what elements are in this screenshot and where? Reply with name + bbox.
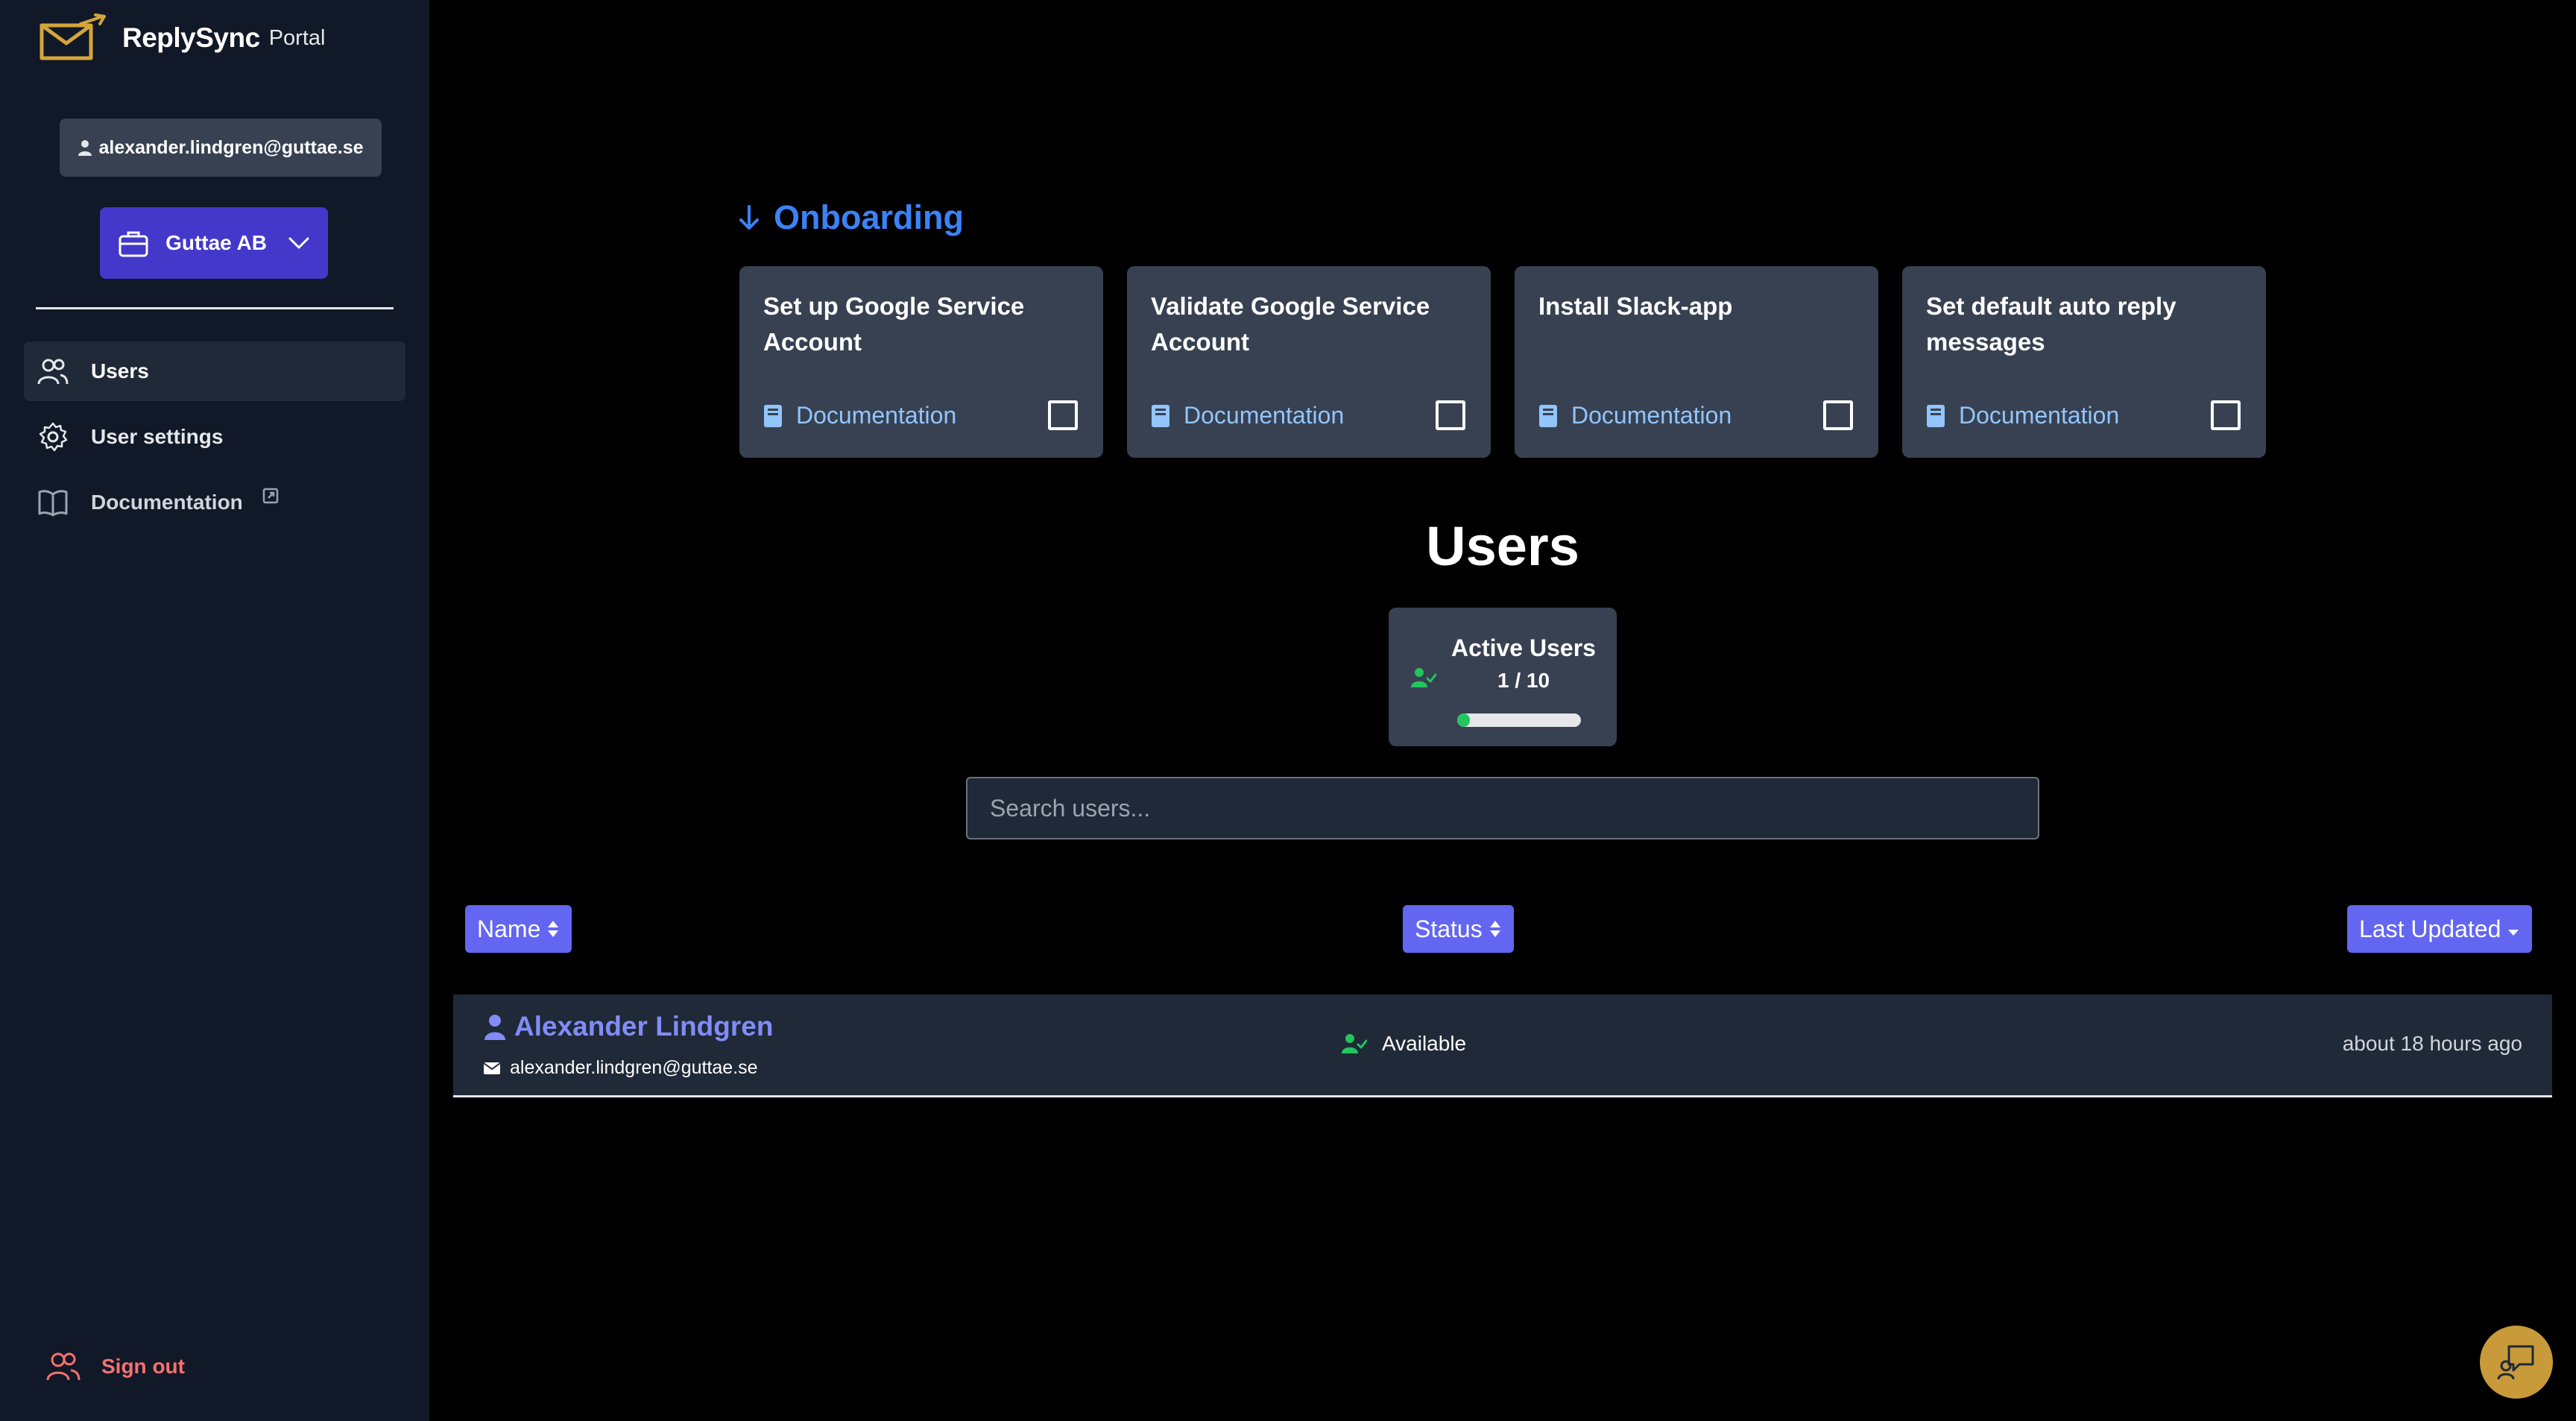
sidebar: ReplySync Portal alexander.lindgren@gutt… xyxy=(0,0,429,1421)
onboarding-checkbox[interactable] xyxy=(1436,400,1465,430)
status-badge: Available xyxy=(1342,1032,1466,1056)
org-name: Guttae AB xyxy=(165,231,267,254)
active-users-progress-fill xyxy=(1457,713,1470,727)
sidebar-item-user-settings[interactable]: User settings xyxy=(24,407,405,467)
sign-out-button[interactable]: Sign out xyxy=(46,1351,185,1382)
documentation-link[interactable]: Documentation xyxy=(763,402,956,429)
user-check-icon xyxy=(1342,1034,1367,1053)
account-email-badge: alexander.lindgren@guttae.se xyxy=(60,119,382,177)
documentation-link-label: Documentation xyxy=(1571,402,1732,429)
user-email-text: alexander.lindgren@guttae.se xyxy=(510,1057,758,1078)
chat-support-button[interactable] xyxy=(2480,1326,2553,1399)
onboarding-card: Set default auto reply messages Document… xyxy=(1902,266,2266,458)
sidebar-item-users[interactable]: Users xyxy=(24,341,405,401)
onboarding-toggle[interactable]: Onboarding xyxy=(738,198,964,237)
documentation-link[interactable]: Documentation xyxy=(1926,402,2119,429)
chat-support-icon xyxy=(2497,1345,2534,1380)
sort-name-button[interactable]: Name xyxy=(465,905,572,953)
brand-suffix: Portal xyxy=(268,25,326,50)
person-icon xyxy=(484,1015,505,1040)
book-icon xyxy=(1152,404,1169,427)
onboarding-card: Install Slack-app Documentation xyxy=(1515,266,1878,458)
envelope-icon xyxy=(483,1062,501,1074)
users-icon xyxy=(46,1352,80,1381)
sort-status-button[interactable]: Status xyxy=(1403,905,1514,953)
status-text: Available xyxy=(1382,1032,1467,1055)
sort-last-updated-button[interactable]: Last Updated xyxy=(2347,905,2533,953)
arrow-down-icon xyxy=(739,205,759,230)
book-icon xyxy=(764,404,782,427)
onboarding-checkbox[interactable] xyxy=(2211,400,2241,430)
user-name-link[interactable]: Alexander Lindgren xyxy=(483,1011,773,1042)
sign-out-label: Sign out xyxy=(101,1355,185,1378)
onboarding-card: Set up Google Service Account Documentat… xyxy=(739,266,1103,458)
active-users-progress xyxy=(1457,713,1581,727)
documentation-link-label: Documentation xyxy=(796,402,957,429)
active-users-stat: Active Users 1 / 10 xyxy=(1389,608,1617,746)
org-switcher-button[interactable]: Guttae AB xyxy=(100,207,328,279)
search-input[interactable] xyxy=(966,777,2039,839)
sort-down-icon xyxy=(2508,930,2519,936)
sidebar-item-documentation[interactable]: Documentation xyxy=(24,473,405,532)
sidebar-divider xyxy=(36,307,394,309)
user-name: Alexander Lindgren xyxy=(514,1011,774,1042)
app-root: ReplySync Portal alexander.lindgren@gutt… xyxy=(0,0,2576,1421)
stat-value: 1 / 10 xyxy=(1497,669,1550,692)
last-updated-text: about 18 hours ago xyxy=(2342,1032,2522,1055)
gear-icon xyxy=(39,422,68,452)
onboarding-card-title: Install Slack-app xyxy=(1538,292,1733,320)
stat-label: Active Users xyxy=(1451,634,1596,661)
onboarding-checkbox[interactable] xyxy=(1048,400,1078,430)
sort-status-label: Status xyxy=(1415,915,1483,942)
table-row[interactable]: Alexander Lindgren alexander.lindgren@gu… xyxy=(453,995,2552,1097)
onboarding-checkbox[interactable] xyxy=(1823,400,1853,430)
onboarding-card-title: Validate Google Service Account xyxy=(1151,292,1430,356)
documentation-link[interactable]: Documentation xyxy=(1151,402,1344,429)
sort-icon xyxy=(548,921,559,937)
onboarding-title: Onboarding xyxy=(774,198,964,236)
user-check-icon xyxy=(1411,668,1436,687)
person-icon xyxy=(78,140,92,156)
sort-last-updated-label: Last Updated xyxy=(2359,915,2501,942)
documentation-link-label: Documentation xyxy=(1184,402,1345,429)
onboarding-card: Validate Google Service Account Document… xyxy=(1127,266,1491,458)
book-open-icon xyxy=(38,490,68,517)
onboarding-card-title: Set up Google Service Account xyxy=(763,292,1025,356)
envelope-logo-icon xyxy=(40,13,106,60)
onboarding-card-title: Set default auto reply messages xyxy=(1926,292,2176,356)
external-link-icon xyxy=(262,488,279,504)
user-email: alexander.lindgren@guttae.se xyxy=(483,1057,758,1079)
sidebar-item-label: Users xyxy=(91,359,149,382)
users-icon xyxy=(37,359,69,385)
account-email: alexander.lindgren@guttae.se xyxy=(98,136,364,158)
sort-name-label: Name xyxy=(477,915,541,942)
briefcase-icon xyxy=(119,231,148,257)
book-icon xyxy=(1927,404,1945,427)
brand-name: ReplySync xyxy=(122,22,260,53)
book-icon xyxy=(1539,404,1557,427)
sidebar-item-label: User settings xyxy=(91,425,224,448)
documentation-link[interactable]: Documentation xyxy=(1538,402,1731,429)
page-title: Users xyxy=(1426,515,1579,577)
sidebar-item-label: Documentation xyxy=(91,491,243,514)
sort-icon xyxy=(1489,921,1500,937)
documentation-link-label: Documentation xyxy=(1959,402,2120,429)
chevron-down-icon xyxy=(288,237,309,249)
brand[interactable]: ReplySync Portal xyxy=(36,13,325,63)
